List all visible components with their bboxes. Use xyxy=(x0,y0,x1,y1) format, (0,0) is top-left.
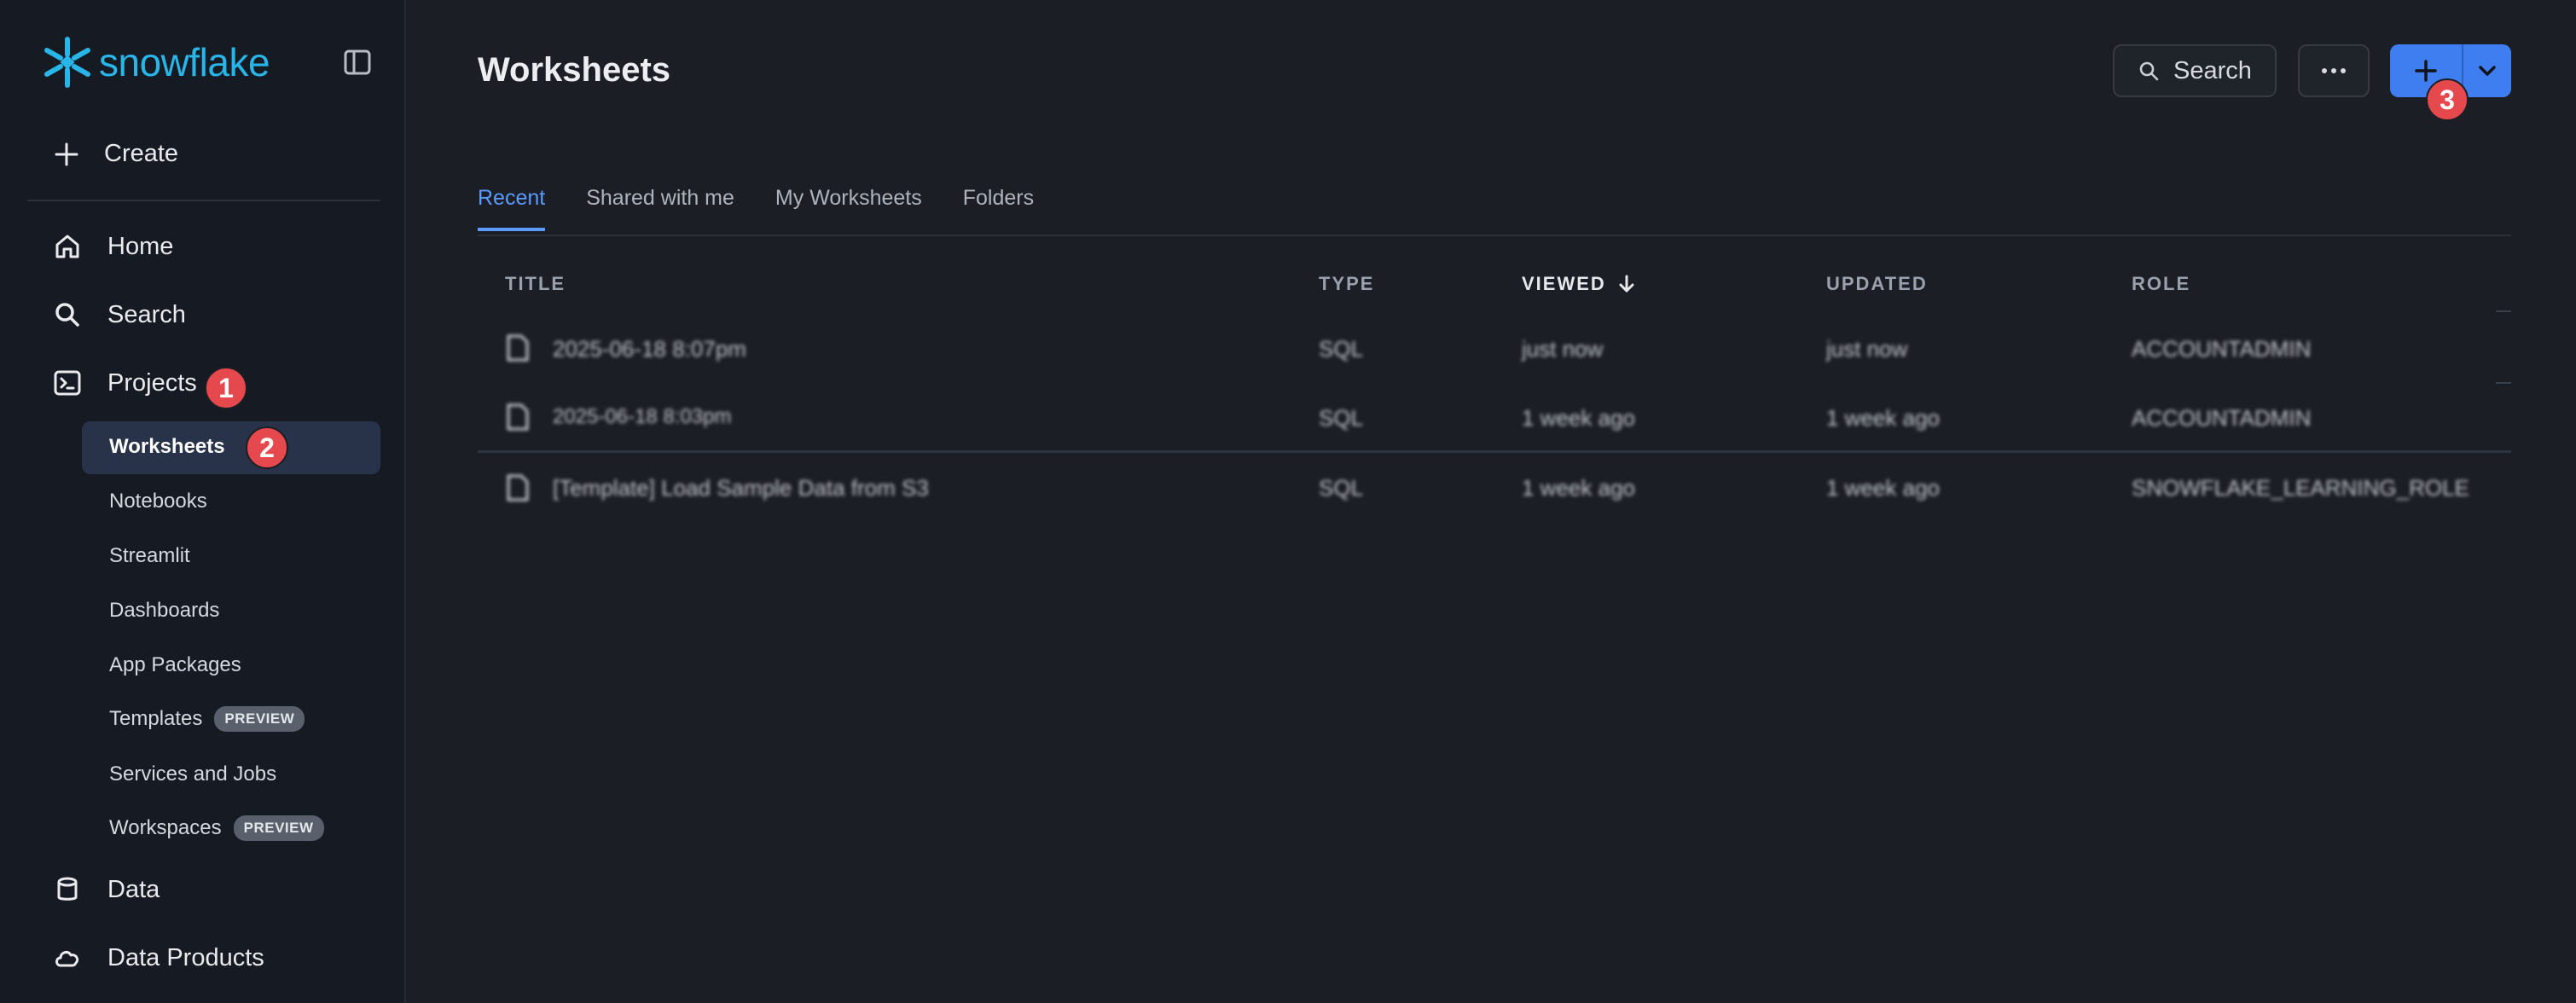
sidebar-item-label: App Packages xyxy=(109,653,241,676)
row-updated: 1 week ago xyxy=(1826,475,1940,501)
step-marker-1: 1 xyxy=(205,367,247,409)
row-type: SQL xyxy=(1319,405,1364,431)
row-viewed: 1 week ago xyxy=(1522,475,1635,501)
search-icon xyxy=(2139,61,2159,81)
logo-text: snowflake xyxy=(99,40,270,84)
sidebar-toggle-icon[interactable] xyxy=(343,48,372,77)
search-icon xyxy=(55,303,79,327)
divider xyxy=(27,200,380,201)
search-button-label: Search xyxy=(2173,56,2252,84)
search-button[interactable]: Search xyxy=(2113,44,2277,97)
worksheet-tabs: Recent Shared with me My Worksheets Fold… xyxy=(478,186,1034,231)
sidebar-item-streamlit[interactable]: Streamlit xyxy=(109,544,190,568)
column-header-updated[interactable]: UPDATED xyxy=(1826,273,1928,295)
sidebar-item-data[interactable]: Data xyxy=(53,875,160,904)
column-header-type[interactable]: TYPE xyxy=(1319,273,1374,295)
row-role: SNOWFLAKE_LEARNING_ROLE xyxy=(2132,475,2469,501)
preview-badge: PREVIEW xyxy=(233,815,324,841)
sidebar-item-workspaces[interactable]: Workspaces PREVIEW xyxy=(109,815,324,841)
row-type: SQL xyxy=(1319,336,1364,362)
row-viewed: 1 week ago xyxy=(1522,405,1635,431)
column-resize-tick xyxy=(2496,382,2511,384)
sidebar-item-search[interactable]: Search xyxy=(53,300,186,329)
snowflake-logo[interactable]: snowflake xyxy=(39,34,270,90)
column-header-viewed[interactable]: VIEWED xyxy=(1522,273,1635,295)
create-label: Create xyxy=(104,140,179,167)
sidebar-item-services-and-jobs[interactable]: Services and Jobs xyxy=(109,762,276,786)
sidebar-item-label: Notebooks xyxy=(109,490,207,513)
sidebar-item-label: Data Products xyxy=(107,943,264,971)
preview-badge: PREVIEW xyxy=(214,706,305,732)
row-title: [Template] Load Sample Data from S3 xyxy=(553,475,929,501)
sidebar-item-label: Search xyxy=(107,300,186,328)
row-divider xyxy=(478,450,2511,453)
sidebar-item-app-packages[interactable]: App Packages xyxy=(109,653,241,677)
step-marker-3: 3 xyxy=(2426,78,2469,121)
cloud-icon xyxy=(55,950,79,967)
sidebar-item-label: Dashboards xyxy=(109,599,220,622)
ellipsis-icon xyxy=(2322,68,2346,73)
row-title: 2025-06-18 8:03pm xyxy=(553,405,732,428)
sidebar-item-label: Home xyxy=(107,232,174,260)
plus-icon xyxy=(2415,60,2437,82)
column-resize-tick xyxy=(2496,310,2511,312)
row-role: ACCOUNTADMIN xyxy=(2132,405,2312,431)
column-header-role[interactable]: ROLE xyxy=(2132,273,2190,295)
sidebar-item-dashboards[interactable]: Dashboards xyxy=(109,599,219,623)
sidebar-item-data-products[interactable]: Data Products xyxy=(53,943,264,972)
tab-recent[interactable]: Recent xyxy=(478,186,546,231)
tabs-divider xyxy=(478,235,2511,236)
sidebar-item-notebooks[interactable]: Notebooks xyxy=(109,490,207,513)
tab-folders[interactable]: Folders xyxy=(963,186,1034,231)
snowflake-icon xyxy=(44,37,90,88)
row-type: SQL xyxy=(1319,475,1364,501)
sidebar: snowflake Create Home Search Projects 1 … xyxy=(0,0,406,1003)
column-header-label: VIEWED xyxy=(1522,273,1606,294)
sidebar-item-label: Projects xyxy=(107,368,197,397)
sidebar-item-projects[interactable]: Projects xyxy=(53,368,197,397)
terminal-icon xyxy=(54,370,81,396)
row-title: 2025-06-18 8:07pm xyxy=(553,336,746,362)
sidebar-item-label: Streamlit xyxy=(109,544,190,567)
worksheet-file-icon xyxy=(507,334,529,362)
row-role: ACCOUNTADMIN xyxy=(2132,336,2312,362)
sidebar-item-templates[interactable]: Templates PREVIEW xyxy=(109,706,305,732)
arrow-down-icon xyxy=(1619,275,1634,293)
plus-icon xyxy=(55,142,78,165)
sidebar-item-label: Workspaces xyxy=(109,816,222,839)
sidebar-item-label: Services and Jobs xyxy=(109,762,277,786)
row-updated: just now xyxy=(1826,336,1908,362)
chevron-down-icon xyxy=(2479,66,2496,76)
sidebar-item-label: Data xyxy=(107,875,160,903)
column-header-title[interactable]: TITLE xyxy=(505,273,566,295)
more-options-button[interactable] xyxy=(2298,44,2370,97)
home-icon xyxy=(55,235,79,258)
sidebar-item-worksheets[interactable]: Worksheets xyxy=(109,435,225,459)
tab-shared-with-me[interactable]: Shared with me xyxy=(586,186,734,231)
create-button[interactable]: Create xyxy=(53,140,178,168)
row-viewed: just now xyxy=(1522,336,1604,362)
add-dropdown-button[interactable] xyxy=(2463,44,2511,97)
sidebar-item-label: Templates xyxy=(109,707,203,730)
sidebar-item-home[interactable]: Home xyxy=(53,232,173,261)
step-marker-2: 2 xyxy=(246,426,288,469)
database-icon xyxy=(57,877,78,901)
worksheet-file-icon xyxy=(507,403,529,431)
worksheet-file-icon xyxy=(507,474,529,502)
tab-my-worksheets[interactable]: My Worksheets xyxy=(775,186,922,231)
row-updated: 1 week ago xyxy=(1826,405,1940,431)
sidebar-item-label: Worksheets xyxy=(109,435,225,458)
page-title: Worksheets xyxy=(478,51,671,89)
